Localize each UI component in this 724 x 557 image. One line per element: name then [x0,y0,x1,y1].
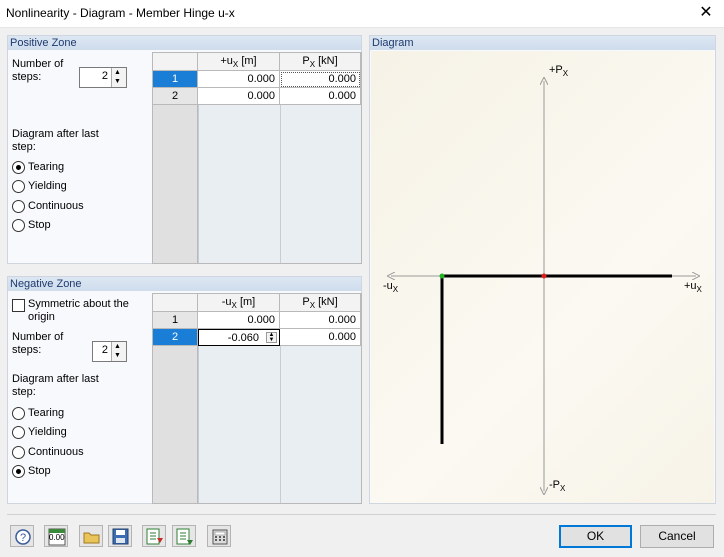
cell-u-row1[interactable]: 0.000 [198,71,280,88]
option-label: Yielding [28,180,67,192]
cell-u-row2-editor[interactable]: -0.060 ▲ ▼ [198,329,280,346]
radio-button[interactable] [12,426,25,439]
negative-steps-value: 2 [101,344,108,356]
positive-after-label: Diagram after last step: [12,128,99,153]
symmetric-checkbox[interactable] [12,299,25,312]
radio-button[interactable] [12,200,25,213]
open-icon [83,532,100,544]
negative-zone-header: Negative Zone [8,277,361,291]
cell-u-row1[interactable]: 0.000 [198,312,280,329]
option-label: Tearing [28,407,65,419]
option-label: Stop [28,465,51,477]
footer-separator [7,514,716,515]
corner-cell [153,294,198,312]
import-button[interactable] [142,525,166,547]
positive-steps-value: 2 [101,70,108,82]
option-label: Stop [28,219,51,231]
axis-label-left: -uX [383,280,399,295]
cell-p-row2[interactable]: 0.000 [280,88,361,105]
radio-button[interactable] [12,219,25,232]
cell-p-row1[interactable]: 0.000 [280,312,361,329]
option-label: Yielding [28,426,67,438]
column-header-p: PX [kN] [280,294,361,312]
help-button[interactable]: ? [10,525,34,547]
column-header-u: -uX [m] [198,294,280,312]
radio-button[interactable] [12,407,25,420]
calculator-button[interactable] [207,525,231,547]
open-button[interactable] [79,525,103,547]
row-header-1[interactable]: 1 [153,312,198,329]
negative-after-label: Diagram after last step: [12,373,99,398]
axis-label-right: +uX [684,280,702,295]
export-button[interactable] [172,525,196,547]
axis-label-bottom: -PX [549,479,566,494]
diagram-point-negative [439,273,445,279]
close-icon[interactable]: ✕ [696,3,716,23]
option-label: Continuous [28,446,84,458]
ok-button[interactable]: OK [559,525,632,548]
radio-button[interactable] [12,161,25,174]
symmetric-label: Symmetric about the origin [28,298,129,323]
positive-zone-header: Positive Zone [8,36,361,50]
option-label: Continuous [28,200,84,212]
diagram-header: Diagram [370,36,715,50]
cancel-button[interactable]: Cancel [640,525,714,548]
negative-zone-panel: Negative Zone Symmetric about the origin… [7,276,362,504]
positive-steps-label: Number of steps: [12,58,64,83]
column-header-p: PX [kN] [280,53,361,71]
export-icon [176,528,193,545]
row-header-1[interactable]: 1 [153,71,198,88]
radio-button[interactable] [12,465,25,478]
row-header-2[interactable]: 2 [153,329,198,346]
negative-table: -uX [m] PX [kN] 1 0.000 0.000 2 -0.060 ▲… [152,293,362,504]
column-header-u: +uX [m] [198,53,280,71]
title-bar: Nonlinearity - Diagram - Member Hinge u-… [0,0,724,28]
svg-text:?: ? [20,532,26,544]
radio-button[interactable] [12,180,25,193]
cell-spinner-icon[interactable]: ▲ ▼ [266,332,277,343]
spinner-buttons[interactable]: ▲ ▼ [111,342,126,361]
import-icon [146,528,163,545]
diagram-canvas: +PX -PX -uX +uX [371,51,714,503]
axis-label-top: +PX [549,64,569,79]
calculator-icon [212,529,228,545]
diagram-svg [371,51,714,503]
units-text: 0.00 [49,533,65,542]
diagram-panel: Diagram +PX -PX -uX +uX [369,35,716,504]
save-icon [112,528,129,545]
corner-cell [153,53,198,71]
option-label: Tearing [28,161,65,173]
row-header-2[interactable]: 2 [153,88,198,105]
negative-steps-spinner[interactable]: 2 ▲ ▼ [92,341,127,362]
negative-steps-label: Number of steps: [12,331,64,356]
positive-steps-spinner[interactable]: 2 ▲ ▼ [79,67,127,88]
cell-u-row2[interactable]: -0.060 [228,332,259,344]
cell-p-row1[interactable]: 0.000 [280,71,361,88]
units-button[interactable]: 0.00 [44,525,68,547]
spinner-buttons[interactable]: ▲ ▼ [111,68,126,87]
window-title: Nonlinearity - Diagram - Member Hinge u-… [6,6,235,20]
diagram-point-origin [541,273,547,279]
positive-table: +uX [m] PX [kN] 1 0.000 0.000 2 0.000 0.… [152,52,362,264]
cell-p-row2[interactable]: 0.000 [280,329,361,346]
radio-button[interactable] [12,446,25,459]
help-icon: ? [15,529,31,545]
save-button[interactable] [108,525,132,547]
positive-zone-panel: Positive Zone Number of steps: 2 ▲ ▼ Diag… [7,35,362,264]
cell-u-row2[interactable]: 0.000 [198,88,280,105]
